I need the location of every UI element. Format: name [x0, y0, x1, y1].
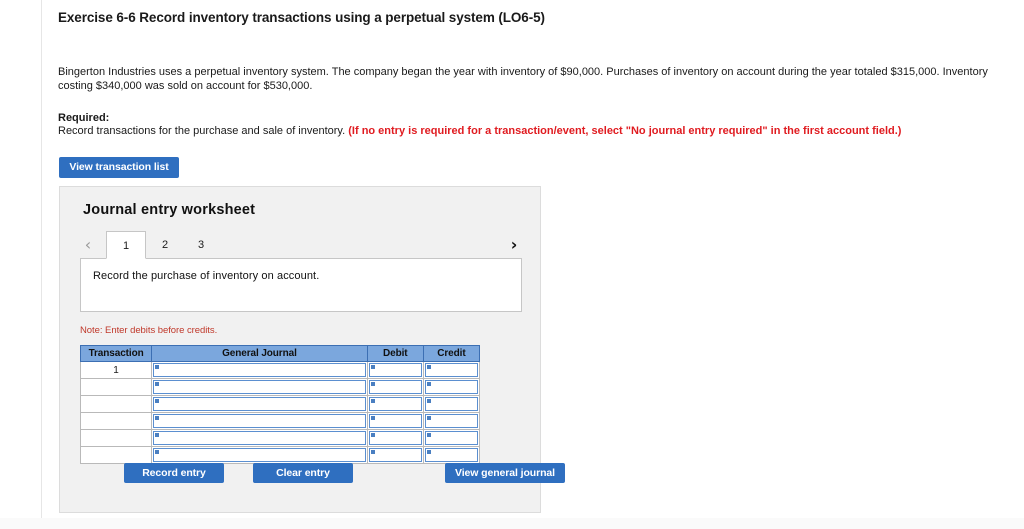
- next-page-chevron-icon[interactable]: ›: [506, 234, 522, 256]
- journal-entry-table: Transaction General Journal Debit Credit…: [79, 345, 481, 464]
- worksheet-title: Journal entry worksheet: [83, 202, 256, 218]
- credit-input[interactable]: [424, 414, 478, 428]
- credit-input[interactable]: [424, 397, 478, 411]
- credit-cell[interactable]: [422, 446, 481, 464]
- general-journal-input[interactable]: [153, 363, 366, 377]
- view-general-journal-button[interactable]: View general journal: [445, 463, 565, 483]
- general-journal-input[interactable]: [153, 431, 366, 445]
- previous-page-chevron-icon[interactable]: ‹: [80, 234, 96, 256]
- general-journal-cell[interactable]: [151, 378, 368, 396]
- debit-cell[interactable]: [366, 446, 424, 464]
- worksheet-tab-2[interactable]: 2: [150, 231, 180, 259]
- general-journal-input[interactable]: [153, 397, 366, 411]
- table-row: [79, 412, 481, 430]
- credit-cell[interactable]: [422, 412, 481, 430]
- general-journal-cell[interactable]: [151, 429, 368, 447]
- problem-statement: Bingerton Industries uses a perpetual in…: [58, 66, 988, 92]
- debit-cell[interactable]: [366, 429, 424, 447]
- general-journal-cell[interactable]: [151, 446, 368, 464]
- debit-input[interactable]: [368, 380, 422, 394]
- journal-entry-worksheet-panel: Journal entry worksheet ‹ 1 2 3 › Record…: [59, 186, 565, 513]
- credit-cell[interactable]: [422, 378, 481, 396]
- worksheet-tab-3[interactable]: 3: [186, 231, 216, 259]
- table-row: [79, 429, 481, 447]
- general-journal-cell[interactable]: [151, 395, 368, 413]
- transaction-number-cell: [79, 429, 153, 447]
- transaction-number-cell: [79, 395, 153, 413]
- table-row: [79, 395, 481, 413]
- credit-input[interactable]: [424, 448, 478, 462]
- debit-input[interactable]: [368, 363, 422, 377]
- exercise-page: Exercise 6-6 Record inventory transactio…: [41, 0, 1024, 518]
- table-row: 1: [79, 361, 481, 379]
- debit-input[interactable]: [368, 431, 422, 445]
- required-instruction: Record transactions for the purchase and…: [58, 125, 901, 137]
- clear-entry-button[interactable]: Clear entry: [253, 463, 353, 483]
- transaction-instruction-text: Record the purchase of inventory on acco…: [93, 270, 320, 282]
- worksheet-action-buttons: Record entry Clear entry View general jo…: [60, 463, 565, 485]
- required-label: Required:: [58, 112, 110, 124]
- table-header-row: Transaction General Journal Debit Credit: [79, 345, 481, 362]
- debit-cell[interactable]: [366, 378, 424, 396]
- column-header-credit: Credit: [422, 345, 481, 362]
- transaction-instruction-box: Record the purchase of inventory on acco…: [80, 258, 522, 312]
- record-entry-button[interactable]: Record entry: [124, 463, 224, 483]
- transaction-number-cell: [79, 446, 153, 464]
- page-title: Exercise 6-6 Record inventory transactio…: [58, 10, 545, 25]
- transaction-number-cell: 1: [79, 361, 153, 379]
- table-row: [79, 446, 481, 464]
- transaction-number-cell: [79, 412, 153, 430]
- column-header-transaction: Transaction: [79, 345, 153, 362]
- credit-cell[interactable]: [422, 429, 481, 447]
- debit-input[interactable]: [368, 414, 422, 428]
- credit-input[interactable]: [424, 380, 478, 394]
- general-journal-cell[interactable]: [151, 412, 368, 430]
- debit-cell[interactable]: [366, 361, 424, 379]
- debit-cell[interactable]: [366, 395, 424, 413]
- view-transaction-list-button[interactable]: View transaction list: [59, 157, 179, 178]
- debit-cell[interactable]: [366, 412, 424, 430]
- general-journal-input[interactable]: [153, 414, 366, 428]
- column-header-general-journal: General Journal: [151, 345, 368, 362]
- table-row: [79, 378, 481, 396]
- general-journal-cell[interactable]: [151, 361, 368, 379]
- worksheet-tabs: ‹ 1 2 3 ›: [80, 231, 522, 259]
- transaction-number-cell: [79, 378, 153, 396]
- credit-cell[interactable]: [422, 361, 481, 379]
- required-instruction-text: Record transactions for the purchase and…: [58, 125, 346, 137]
- credit-cell[interactable]: [422, 395, 481, 413]
- column-header-debit: Debit: [366, 345, 424, 362]
- debit-input[interactable]: [368, 397, 422, 411]
- general-journal-input[interactable]: [153, 448, 366, 462]
- credit-input[interactable]: [424, 431, 478, 445]
- required-red-note: (If no entry is required for a transacti…: [348, 125, 902, 137]
- debit-input[interactable]: [368, 448, 422, 462]
- page-bottom-strip: [0, 518, 1024, 529]
- general-journal-input[interactable]: [153, 380, 366, 394]
- credit-input[interactable]: [424, 363, 478, 377]
- debits-before-credits-note: Note: Enter debits before credits.: [80, 325, 218, 336]
- worksheet-tab-1[interactable]: 1: [106, 231, 146, 259]
